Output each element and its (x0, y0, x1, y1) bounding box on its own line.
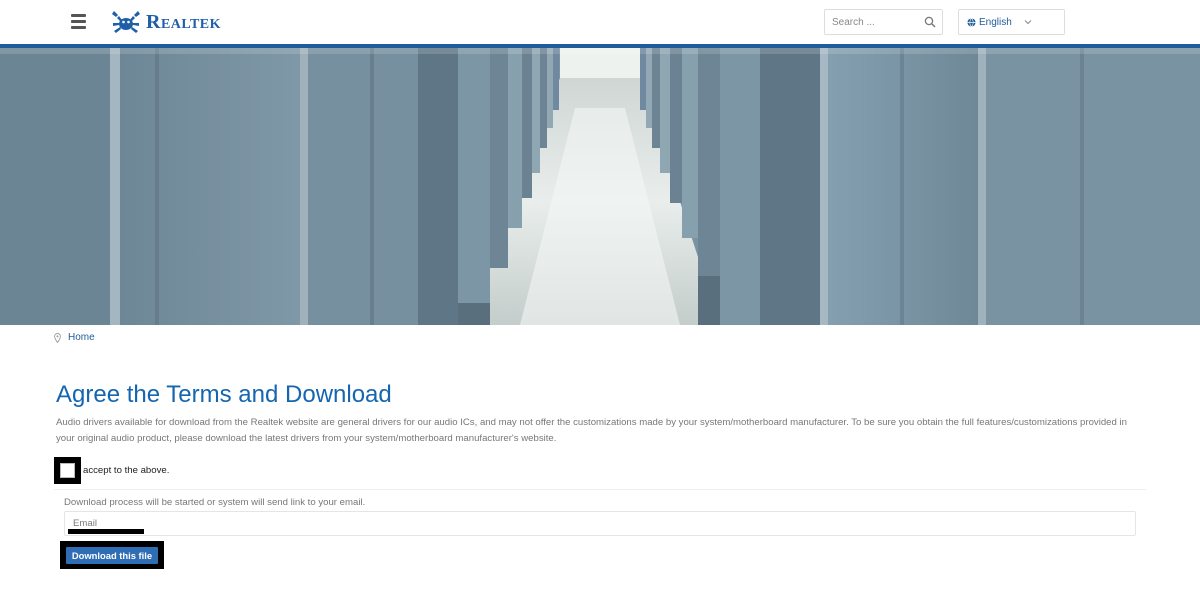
agree-checkbox[interactable] (54, 457, 81, 484)
agree-terms-row: accept to the above. (54, 457, 169, 484)
download-form-divider (54, 489, 1146, 490)
checkbox-box[interactable] (60, 463, 75, 478)
download-button-highlight: Download this file (60, 541, 164, 569)
hamburger-menu-icon[interactable] (71, 14, 87, 29)
search-input[interactable] (825, 16, 920, 28)
site-header: Realtek English (0, 0, 1200, 44)
email-input[interactable] (65, 512, 1135, 535)
breadcrumb-home-link[interactable]: Home (68, 332, 95, 343)
language-selector[interactable]: English (958, 9, 1065, 35)
realtek-crab-logo (112, 11, 140, 33)
hero-banner-image (0, 48, 1200, 325)
realtek-logo[interactable]: Realtek (110, 9, 221, 35)
driver-disclaimer-text: Audio drivers available for download fro… (56, 417, 1127, 444)
redaction-bar (68, 529, 144, 534)
breadcrumb: Home (54, 332, 95, 343)
page-title: Agree the Terms and Download (56, 381, 392, 408)
download-process-note: Download process will be started or syst… (64, 497, 366, 508)
language-label: English (979, 16, 1012, 28)
chevron-down-icon (1024, 20, 1032, 25)
brand-name: Realtek (146, 10, 222, 33)
map-pin-icon (54, 332, 61, 343)
agree-label[interactable]: accept to the above. (83, 465, 169, 476)
search-box[interactable] (824, 9, 943, 35)
search-icon[interactable] (924, 16, 936, 28)
download-file-button[interactable]: Download this file (66, 546, 158, 564)
email-field[interactable] (64, 511, 1136, 536)
globe-icon (967, 17, 976, 27)
